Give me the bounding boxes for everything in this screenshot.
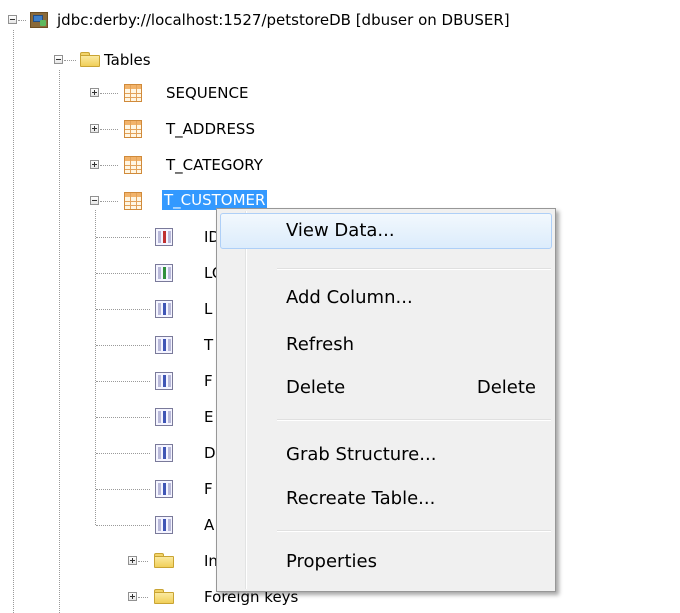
database-connection-icon: [30, 12, 48, 28]
indexed-column-icon: [155, 264, 173, 282]
column-label[interactable]: A: [204, 515, 214, 535]
expand-table-toggle[interactable]: [90, 160, 99, 169]
tree-guide-line: [100, 201, 118, 202]
column-label[interactable]: E: [204, 407, 213, 427]
tree-guide-line: [96, 417, 150, 418]
folder-icon: [154, 589, 174, 604]
table-icon: [124, 192, 142, 210]
table-icon: [124, 156, 142, 174]
tree-guide-line: [138, 561, 148, 562]
tree-guide-line: [59, 70, 60, 613]
column-icon: [155, 516, 173, 534]
column-icon: [155, 300, 173, 318]
menu-item-add-column[interactable]: Add Column...: [220, 280, 552, 316]
tree-guide-line: [95, 210, 96, 525]
menu-item-label: Refresh: [286, 334, 354, 355]
primary-key-column-icon: [155, 228, 173, 246]
selected-table-label[interactable]: T_CUSTOMER: [162, 190, 268, 210]
tables-folder-label[interactable]: Tables: [104, 50, 151, 70]
menu-item-label: Recreate Table...: [286, 488, 436, 509]
tree-guide-line: [138, 597, 148, 598]
column-icon: [155, 408, 173, 426]
collapse-table-toggle[interactable]: [90, 196, 99, 205]
expand-foreign-keys-toggle[interactable]: [128, 592, 137, 601]
column-label[interactable]: F: [204, 371, 213, 391]
tree-guide-line: [96, 237, 150, 238]
column-icon: [155, 336, 173, 354]
column-label[interactable]: T: [204, 335, 213, 355]
tree-guide-line: [96, 273, 150, 274]
tree-guide-line: [96, 345, 150, 346]
menu-separator: [277, 268, 551, 270]
menu-item-grab-structure[interactable]: Grab Structure...: [220, 437, 552, 473]
tree-guide-line: [96, 309, 150, 310]
menu-separator: [277, 530, 551, 532]
menu-item-recreate-table[interactable]: Recreate Table...: [220, 481, 552, 517]
collapse-tables-toggle[interactable]: [54, 55, 63, 64]
menu-item-label: Grab Structure...: [286, 444, 437, 465]
column-label[interactable]: D: [204, 443, 216, 463]
menu-item-delete[interactable]: Delete Delete: [220, 370, 552, 406]
folder-icon: [80, 52, 100, 67]
column-icon: [155, 444, 173, 462]
menu-item-label: View Data...: [286, 220, 395, 241]
menu-item-refresh[interactable]: Refresh: [220, 327, 552, 363]
tree-guide-line: [96, 525, 150, 526]
column-icon: [155, 480, 173, 498]
tree-guide-line: [100, 165, 118, 166]
tree-guide-line: [13, 30, 14, 613]
menu-item-label: Delete: [286, 377, 346, 398]
table-label[interactable]: T_CATEGORY: [166, 155, 263, 175]
tree-guide-line: [100, 129, 118, 130]
menu-item-label: Add Column...: [286, 287, 413, 308]
expand-indexes-toggle[interactable]: [128, 556, 137, 565]
collapse-connection-toggle[interactable]: [8, 15, 17, 24]
context-menu: View Data... Add Column... Refresh Delet…: [216, 208, 556, 592]
tree-guide-line: [96, 381, 150, 382]
column-label[interactable]: F: [204, 479, 213, 499]
folder-icon: [154, 553, 174, 568]
menu-item-view-data[interactable]: View Data...: [220, 213, 552, 249]
tree-guide-line: [18, 20, 26, 21]
table-label[interactable]: T_ADDRESS: [166, 119, 255, 139]
expand-table-toggle[interactable]: [90, 88, 99, 97]
expand-table-toggle[interactable]: [90, 124, 99, 133]
column-label[interactable]: L: [204, 299, 212, 319]
menu-item-label: Properties: [286, 551, 377, 572]
menu-item-shortcut: Delete: [476, 377, 536, 398]
column-icon: [155, 372, 173, 390]
tree-guide-line: [64, 60, 76, 61]
table-label[interactable]: SEQUENCE: [166, 83, 248, 103]
table-icon: [124, 84, 142, 102]
menu-separator: [277, 419, 551, 421]
menu-item-properties[interactable]: Properties: [220, 544, 552, 580]
tree-guide-line: [96, 453, 150, 454]
connection-label[interactable]: jdbc:derby://localhost:1527/petstoreDB […: [57, 10, 510, 30]
tree-guide-line: [100, 93, 118, 94]
table-icon: [124, 120, 142, 138]
tree-guide-line: [96, 489, 150, 490]
